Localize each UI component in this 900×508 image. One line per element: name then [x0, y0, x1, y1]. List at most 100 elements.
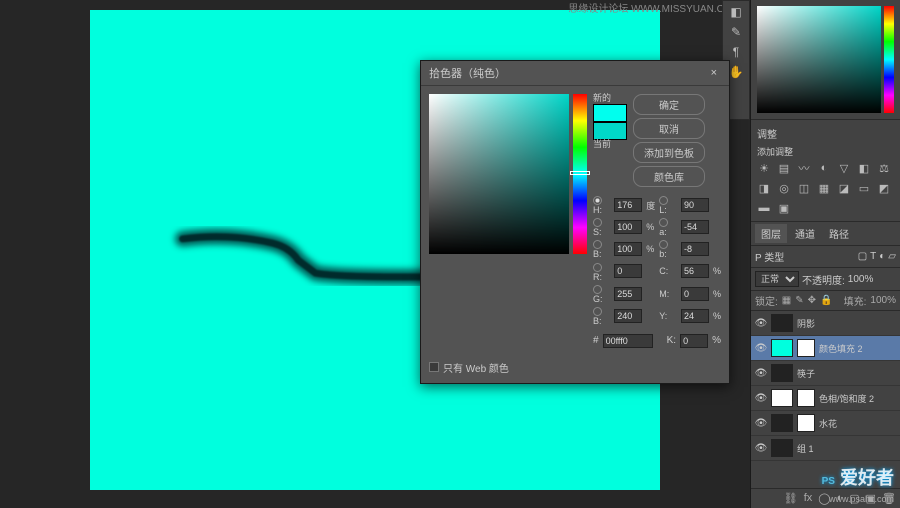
new-color-swatch	[593, 104, 627, 122]
k-input[interactable]	[680, 334, 708, 348]
layer-row[interactable]: 👁 水花	[751, 411, 900, 436]
layer-row[interactable]: 👁阴影	[751, 311, 900, 336]
close-icon[interactable]: ×	[707, 67, 721, 79]
filter-icon2[interactable]: T	[870, 251, 876, 262]
hue-icon[interactable]: ◧	[857, 161, 871, 175]
y-input[interactable]	[681, 309, 709, 323]
mini-sv-field[interactable]	[757, 6, 881, 113]
b2-input[interactable]	[681, 242, 709, 256]
s-radio	[593, 218, 602, 227]
brightness-icon[interactable]: ☀	[757, 161, 771, 175]
visibility-icon[interactable]: 👁	[755, 417, 767, 429]
layer-mask	[797, 414, 815, 432]
layer-row[interactable]: 👁组 1	[751, 436, 900, 461]
hue-slider[interactable]	[573, 94, 587, 254]
fx-icon[interactable]: fx	[804, 492, 813, 505]
blue-input[interactable]	[614, 309, 642, 323]
filter-icon[interactable]: ▢	[858, 251, 867, 262]
web-only-checkbox[interactable]	[429, 362, 439, 372]
blend-mode-select[interactable]: 正常	[755, 271, 799, 287]
opacity-value[interactable]: 100%	[848, 274, 874, 285]
gradient-map-icon[interactable]: ▬	[757, 201, 771, 215]
color-libraries-button[interactable]: 颜色库	[633, 166, 705, 187]
tab-paths[interactable]: 路径	[823, 224, 855, 243]
watermark-logo: PS PS 爱好者爱好者	[822, 464, 894, 490]
layer-name: 颜色填充 2	[819, 342, 896, 355]
vibrance-icon[interactable]: ▽	[837, 161, 851, 175]
adjustments-title: 调整	[757, 126, 894, 141]
lock-all-icon[interactable]: 🔒	[820, 295, 832, 306]
layer-thumb	[771, 364, 793, 382]
hex-label: #	[593, 335, 599, 346]
layer-thumb	[771, 339, 793, 357]
layer-name: 筷子	[797, 367, 896, 380]
photo-filter-icon[interactable]: ◎	[777, 181, 791, 195]
add-swatch-button[interactable]: 添加到色板	[633, 142, 705, 163]
hand-icon[interactable]: ✋	[729, 65, 744, 79]
new-color-label: 新的	[593, 94, 627, 104]
lookup-icon[interactable]: ▦	[817, 181, 831, 195]
selective-icon[interactable]: ▣	[777, 201, 791, 215]
saturation-value-field[interactable]	[429, 94, 569, 254]
exposure-icon[interactable]: ◐	[817, 161, 831, 175]
c-input[interactable]	[681, 264, 709, 278]
posterize-icon[interactable]: ▭	[857, 181, 871, 195]
color-picker-dialog: 拾色器（纯色） × 新的 当前 确定 取消 添加到色板 颜	[420, 60, 730, 384]
visibility-icon[interactable]: 👁	[755, 342, 767, 354]
threshold-icon[interactable]: ◩	[877, 181, 891, 195]
link-icon[interactable]: ⛓	[784, 492, 798, 505]
layer-thumb	[771, 439, 793, 457]
brush-icon[interactable]: ✎	[731, 25, 741, 39]
tab-layers[interactable]: 图层	[755, 224, 787, 243]
g-input[interactable]	[614, 287, 642, 301]
layer-name: 水花	[819, 417, 896, 430]
mixer-icon[interactable]: ◫	[797, 181, 811, 195]
m-input[interactable]	[681, 287, 709, 301]
r-input[interactable]	[614, 264, 642, 278]
layer-mask	[797, 339, 815, 357]
lock-trans-icon[interactable]: ▦	[782, 295, 791, 306]
bri-input[interactable]	[614, 242, 642, 256]
color-value-fields: H:度 L: S:% a: B:% b: R: C:% G: M:% B: Y:…	[593, 195, 721, 326]
tab-channels[interactable]: 通道	[789, 224, 821, 243]
watermark-url: www.psahz.com	[829, 494, 894, 504]
bb-radio	[593, 307, 602, 316]
layer-name: 色相/饱和度 2	[819, 392, 896, 405]
ok-button[interactable]: 确定	[633, 94, 705, 115]
web-only-label: 只有 Web 颜色	[443, 360, 509, 375]
cancel-button[interactable]: 取消	[633, 118, 705, 139]
opacity-label: 不透明度:	[802, 272, 845, 287]
filter-icon3[interactable]: ◐	[879, 251, 885, 262]
a-input[interactable]	[681, 220, 709, 234]
visibility-icon[interactable]: 👁	[755, 442, 767, 454]
bw-icon[interactable]: ◨	[757, 181, 771, 195]
h-input[interactable]	[614, 198, 642, 212]
visibility-icon[interactable]: 👁	[755, 317, 767, 329]
filter-icon4[interactable]: ▱	[888, 251, 896, 262]
layer-row[interactable]: 👁 色相/饱和度 2	[751, 386, 900, 411]
hex-input[interactable]	[603, 334, 653, 348]
mini-hue-slider[interactable]	[884, 6, 894, 113]
levels-icon[interactable]: ▤	[777, 161, 791, 175]
adjustments-panel: 调整 添加调整 ☀ ▤ 〰 ◐ ▽ ◧ ⚖ ◨ ◎ ◫ ▦ ◪ ▭ ◩ ▬ ▣	[751, 120, 900, 222]
visibility-icon[interactable]: 👁	[755, 367, 767, 379]
mini-color-panel	[751, 0, 900, 120]
balance-icon[interactable]: ⚖	[877, 161, 891, 175]
text-icon[interactable]: ¶	[733, 45, 739, 59]
layer-row[interactable]: 👁 筷子	[751, 361, 900, 386]
curves-icon[interactable]: 〰	[797, 161, 811, 175]
swatch-icon[interactable]: ◧	[730, 5, 741, 19]
layer-thumb	[771, 414, 793, 432]
fill-value[interactable]: 100%	[870, 295, 896, 306]
invert-icon[interactable]: ◪	[837, 181, 851, 195]
s-input[interactable]	[614, 220, 642, 234]
g-radio	[593, 285, 602, 294]
lock-pos-icon[interactable]: ✥	[808, 295, 816, 306]
lock-paint-icon[interactable]: ✎	[795, 295, 803, 306]
b2-radio	[659, 240, 668, 249]
dialog-titlebar[interactable]: 拾色器（纯色） ×	[421, 61, 729, 86]
current-color-swatch	[593, 122, 627, 140]
l-input[interactable]	[681, 198, 709, 212]
visibility-icon[interactable]: 👁	[755, 392, 767, 404]
layer-row[interactable]: 👁 颜色填充 2	[751, 336, 900, 361]
